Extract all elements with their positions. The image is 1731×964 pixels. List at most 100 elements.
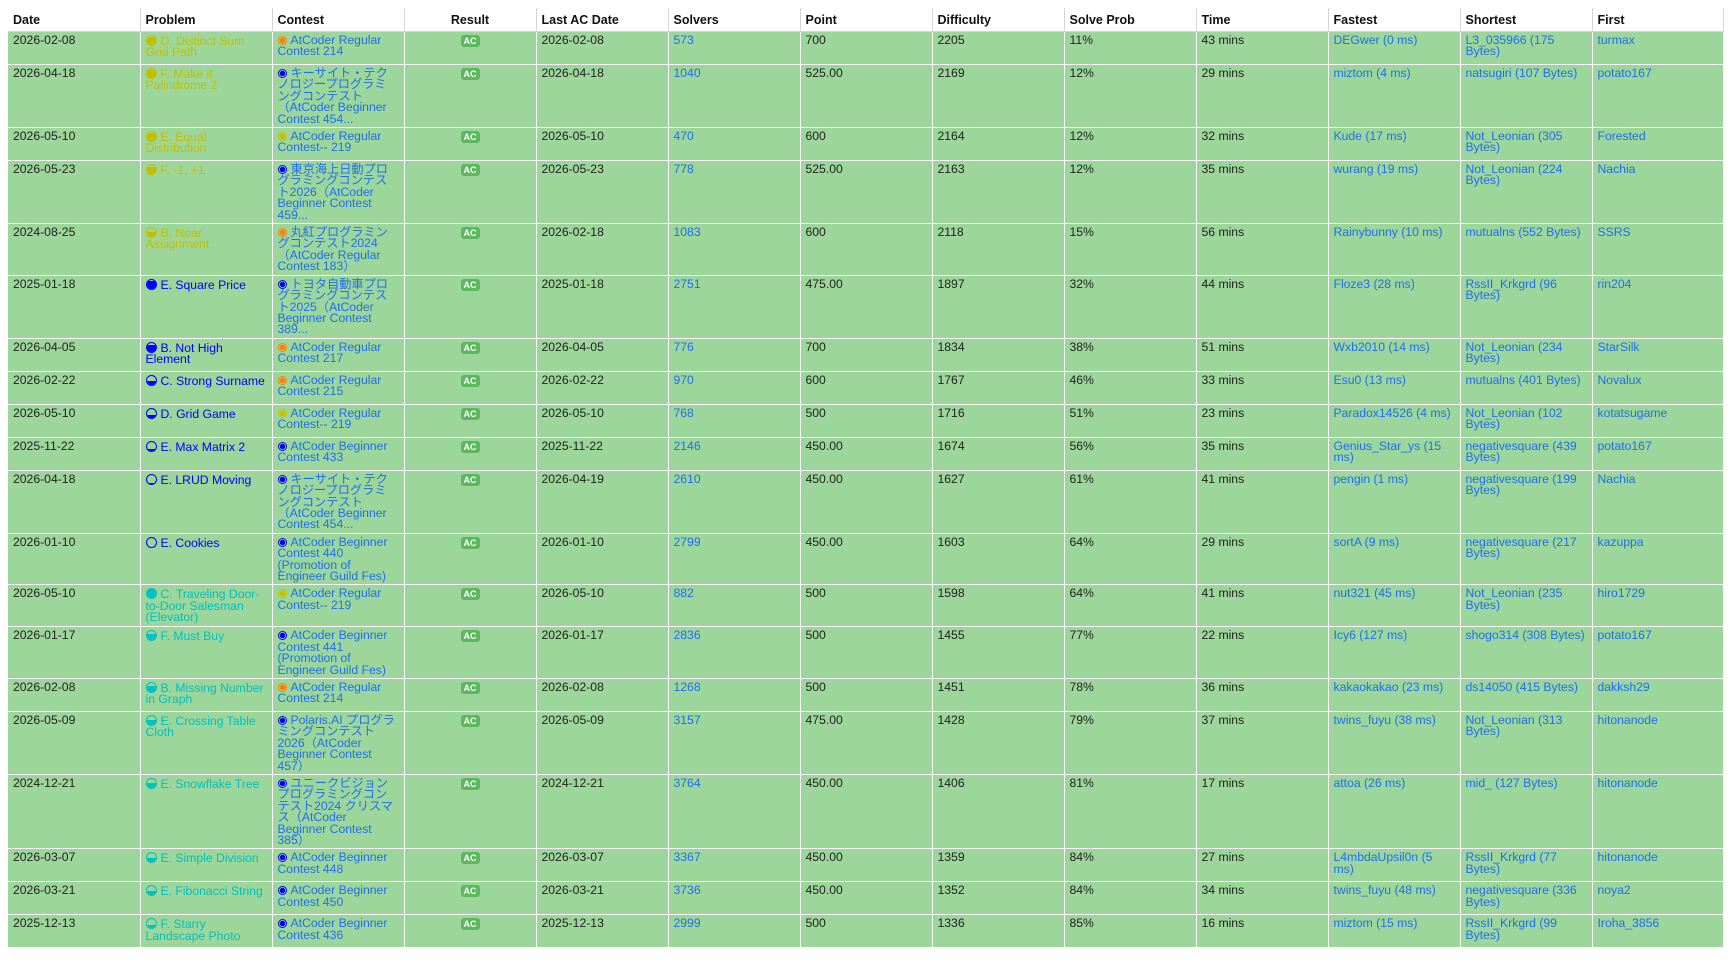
fastest-link[interactable]: kakaokakao (23 ms) <box>1328 678 1461 712</box>
shortest-link[interactable]: L3_035966 (175 Bytes) <box>1460 31 1593 65</box>
shortest-link[interactable]: mutualns (552 Bytes) <box>1460 223 1593 276</box>
fastest-link[interactable]: pengin (1 ms) <box>1328 470 1461 534</box>
fastest-link[interactable]: twins_fuyu (38 ms) <box>1328 711 1461 776</box>
solvers-link[interactable]: 2610 <box>668 470 801 534</box>
contest-link[interactable]: キーサイト・テクノロジープログラミングコンテスト（AtCoder Beginne… <box>278 66 388 126</box>
problem-link[interactable]: C. Traveling Door-to-Door Salesman (Elev… <box>146 587 260 624</box>
fastest-link[interactable]: Rainybunny (10 ms) <box>1328 223 1461 276</box>
contest-link[interactable]: AtCoder Beginner Contest 441 (Promotion … <box>278 628 388 676</box>
solvers-link[interactable]: 3736 <box>668 881 801 916</box>
header-time[interactable]: Time <box>1196 8 1329 32</box>
contest-link[interactable]: AtCoder Regular Contest 217 <box>278 340 382 365</box>
first-link[interactable]: noya2 <box>1592 881 1724 916</box>
contest-link[interactable]: AtCoder Beginner Contest 450 <box>278 883 388 908</box>
header-last-ac-date[interactable]: Last AC Date <box>536 8 669 32</box>
problem-link[interactable]: E. Simple Division <box>161 851 259 865</box>
contest-link[interactable]: AtCoder Beginner Contest 433 <box>278 439 388 464</box>
contest-link[interactable]: Polaris.AI プログラミングコンテスト 2026（AtCoder Beg… <box>278 713 395 773</box>
fastest-link[interactable]: Genius_Star_ys (15 ms) <box>1328 437 1461 471</box>
shortest-link[interactable]: negativesquare (336 Bytes) <box>1460 881 1593 916</box>
solvers-link[interactable]: 970 <box>668 371 801 405</box>
first-link[interactable]: kazuppa <box>1592 533 1724 586</box>
contest-link[interactable]: AtCoder Regular Contest 214 <box>278 680 382 705</box>
fastest-link[interactable]: L4mbdaUpsil0n (5 ms) <box>1328 848 1461 883</box>
solvers-link[interactable]: 2146 <box>668 437 801 471</box>
header-result[interactable]: Result <box>404 8 537 32</box>
contest-link[interactable]: トヨタ自動車プログラミングコンテスト2025（AtCoder Beginner … <box>278 277 389 337</box>
solvers-link[interactable]: 2836 <box>668 626 801 679</box>
first-link[interactable]: dakksh29 <box>1592 678 1724 712</box>
problem-link[interactable]: B. Not High Element <box>146 341 223 366</box>
first-link[interactable]: Forested <box>1592 127 1724 162</box>
problem-link[interactable]: E. Fibonacci String <box>161 884 263 898</box>
solvers-link[interactable]: 882 <box>668 584 801 628</box>
fastest-link[interactable]: nut321 (45 ms) <box>1328 584 1461 628</box>
fastest-link[interactable]: Floze3 (28 ms) <box>1328 275 1461 339</box>
header-difficulty[interactable]: Difficulty <box>932 8 1065 32</box>
fastest-link[interactable]: Esu0 (13 ms) <box>1328 371 1461 405</box>
first-link[interactable]: hiro1729 <box>1592 584 1724 628</box>
fastest-link[interactable]: Paradox14526 (4 ms) <box>1328 404 1461 438</box>
shortest-link[interactable]: Not_Leonian (224 Bytes) <box>1460 160 1593 225</box>
header-solve-prob[interactable]: Solve Prob <box>1064 8 1197 32</box>
header-shortest[interactable]: Shortest <box>1460 8 1593 32</box>
first-link[interactable]: potato167 <box>1592 64 1724 129</box>
shortest-link[interactable]: negativesquare (199 Bytes) <box>1460 470 1593 534</box>
problem-link[interactable]: E. Max Matrix 2 <box>161 440 246 454</box>
problem-link[interactable]: F. Starry Landscape Photo <box>146 917 241 942</box>
fastest-link[interactable]: wurang (19 ms) <box>1328 160 1461 225</box>
problem-link[interactable]: F. -1, +1 <box>161 163 205 177</box>
shortest-link[interactable]: RssII_Krkgrd (99 Bytes) <box>1460 914 1593 949</box>
solvers-link[interactable]: 573 <box>668 31 801 65</box>
problem-link[interactable]: D. Grid Game <box>161 407 236 421</box>
solvers-link[interactable]: 776 <box>668 338 801 372</box>
first-link[interactable]: SSRS <box>1592 223 1724 276</box>
solvers-link[interactable]: 470 <box>668 127 801 162</box>
shortest-link[interactable]: ds14050 (415 Bytes) <box>1460 678 1593 712</box>
fastest-link[interactable]: Wxb2010 (14 ms) <box>1328 338 1461 372</box>
solvers-link[interactable]: 2751 <box>668 275 801 339</box>
fastest-link[interactable]: Icy6 (127 ms) <box>1328 626 1461 679</box>
solvers-link[interactable]: 1268 <box>668 678 801 712</box>
header-first[interactable]: First <box>1592 8 1724 32</box>
solvers-link[interactable]: 3157 <box>668 711 801 776</box>
shortest-link[interactable]: Not_Leonian (235 Bytes) <box>1460 584 1593 628</box>
solvers-link[interactable]: 3764 <box>668 774 801 850</box>
header-problem[interactable]: Problem <box>140 8 273 32</box>
first-link[interactable]: hitonanode <box>1592 711 1724 776</box>
shortest-link[interactable]: Not_Leonian (102 Bytes) <box>1460 404 1593 438</box>
shortest-link[interactable]: natsugiri (107 Bytes) <box>1460 64 1593 129</box>
header-date[interactable]: Date <box>8 8 141 32</box>
first-link[interactable]: Novalux <box>1592 371 1724 405</box>
problem-link[interactable]: B. Missing Number in Graph <box>146 681 264 706</box>
shortest-link[interactable]: negativesquare (439 Bytes) <box>1460 437 1593 471</box>
solvers-link[interactable]: 2999 <box>668 914 801 949</box>
solvers-link[interactable]: 1083 <box>668 223 801 276</box>
shortest-link[interactable]: negativesquare (217 Bytes) <box>1460 533 1593 586</box>
shortest-link[interactable]: Not_Leonian (234 Bytes) <box>1460 338 1593 372</box>
solvers-link[interactable]: 768 <box>668 404 801 438</box>
problem-link[interactable]: E. Snowflake Tree <box>161 777 260 791</box>
problem-link[interactable]: F. Must Buy <box>161 629 225 643</box>
contest-link[interactable]: 丸紅プログラミングコンテスト2024（AtCoder Regular Conte… <box>278 225 389 273</box>
first-link[interactable]: rin204 <box>1592 275 1724 339</box>
shortest-link[interactable]: shogo314 (308 Bytes) <box>1460 626 1593 679</box>
problem-link[interactable]: E. Crossing Table Cloth <box>146 714 256 739</box>
first-link[interactable]: hitonanode <box>1592 848 1724 883</box>
fastest-link[interactable]: miztom (4 ms) <box>1328 64 1461 129</box>
solvers-link[interactable]: 3367 <box>668 848 801 883</box>
contest-link[interactable]: ユニークビジョンプログラミングコンテスト2024 クリスマス（AtCoder B… <box>278 776 393 847</box>
shortest-link[interactable]: RssII_Krkgrd (96 Bytes) <box>1460 275 1593 339</box>
first-link[interactable]: turmax <box>1592 31 1724 65</box>
first-link[interactable]: StarSilk <box>1592 338 1724 372</box>
solvers-link[interactable]: 1040 <box>668 64 801 129</box>
header-contest[interactable]: Contest <box>272 8 405 32</box>
fastest-link[interactable]: miztom (15 ms) <box>1328 914 1461 949</box>
contest-link[interactable]: AtCoder Beginner Contest 436 <box>278 916 388 941</box>
contest-link[interactable]: AtCoder Beginner Contest 440 (Promotion … <box>278 535 388 583</box>
fastest-link[interactable]: twins_fuyu (48 ms) <box>1328 881 1461 916</box>
fastest-link[interactable]: Kude (17 ms) <box>1328 127 1461 162</box>
contest-link[interactable]: AtCoder Beginner Contest 448 <box>278 850 388 875</box>
contest-link[interactable]: AtCoder Regular Contest-- 219 <box>278 129 382 154</box>
contest-link[interactable]: 東京海上日動プログラミングコンテスト2026（AtCoder Beginner … <box>278 162 389 222</box>
